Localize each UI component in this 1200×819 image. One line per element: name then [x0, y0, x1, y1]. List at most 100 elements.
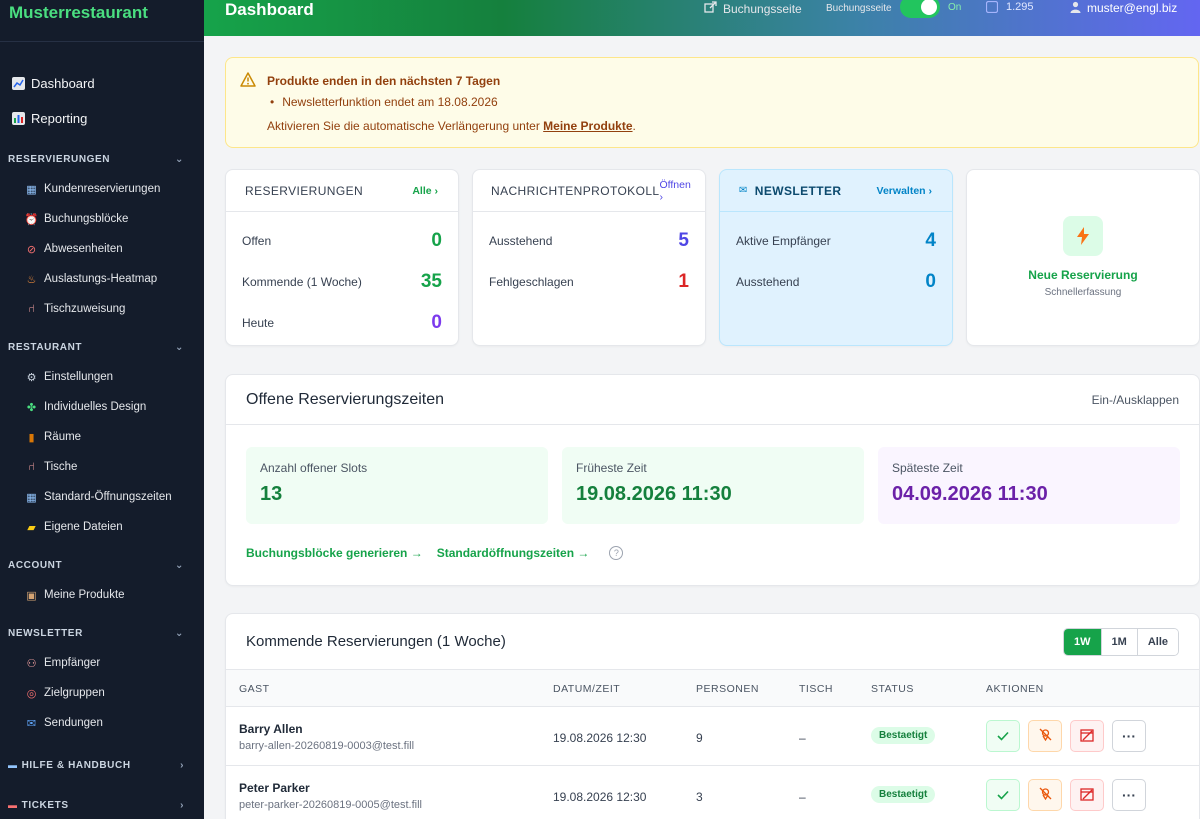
- package-icon: ▣: [26, 589, 37, 602]
- column-header: DATUM/ZEIT: [553, 683, 621, 695]
- chevron-down-icon: ⌄: [175, 627, 184, 639]
- top-header: Dashboard Buchungsseite Buchungsseite On…: [204, 0, 1200, 36]
- earliest-time: Früheste Zeit 19.08.2026 11:30: [562, 447, 864, 524]
- sidebar-item-kundenreservierungen[interactable]: ▦ Kundenreservierungen: [0, 174, 204, 204]
- column-header: TISCH: [799, 683, 833, 695]
- sidebar-item-standard-oeffnungszeiten[interactable]: ▦ Standard-Öffnungszeiten: [0, 482, 204, 512]
- booking-page-link[interactable]: Buchungsseite: [704, 1, 802, 17]
- sidebar-item-empfaenger[interactable]: ⚇ Empfänger: [0, 648, 204, 678]
- stat-label: Ausstehend: [489, 233, 553, 248]
- cancel-button[interactable]: [1070, 779, 1104, 811]
- main-content: Produkte enden in den nächsten 7 Tagen N…: [204, 36, 1200, 819]
- fire-icon: ♨: [26, 273, 37, 286]
- stat-label: Aktive Empfänger: [736, 233, 831, 248]
- sidebar-item-tischzuweisung[interactable]: ⑁ Tischzuweisung: [0, 294, 204, 324]
- all-reservations-link[interactable]: Alle ›: [412, 185, 438, 197]
- open-slots-count: Anzahl offener Slots 13: [246, 447, 548, 524]
- no-show-button[interactable]: [1028, 720, 1062, 752]
- more-actions-button[interactable]: ···: [1112, 720, 1146, 752]
- section-hilfe[interactable]: ▬ HILFE & HANDBUCH ›: [0, 750, 204, 780]
- check-icon: [997, 728, 1009, 744]
- section-title: HILFE & HANDBUCH: [21, 759, 131, 771]
- table-row[interactable]: Barry Allen barry-allen-20260819-0003@te…: [226, 707, 1199, 766]
- booking-page-toggle[interactable]: [900, 0, 940, 18]
- sidebar-item-dashboard[interactable]: Dashboard: [0, 66, 204, 101]
- sidebar-item-label: Auslastungs-Heatmap: [44, 273, 158, 285]
- sidebar-item-reporting[interactable]: Reporting: [0, 101, 204, 136]
- sidebar-item-abwesenheiten[interactable]: ⊘ Abwesenheiten: [0, 234, 204, 264]
- table-icon: ⑁: [28, 461, 35, 473]
- opening-hours-link[interactable]: Standardöffnungszeiten →: [437, 546, 590, 560]
- ticket-icon: ▬: [8, 800, 18, 810]
- section-reservierungen[interactable]: RESERVIERUNGEN ⌄: [0, 144, 204, 174]
- slot-links: Buchungsblöcke generieren → Standardöffn…: [246, 546, 624, 560]
- slot-label: Späteste Zeit: [892, 461, 963, 475]
- chevron-right-icon: ›: [659, 190, 663, 203]
- section-account[interactable]: ACCOUNT ⌄: [0, 550, 204, 580]
- book-icon: ▬: [8, 760, 18, 770]
- sidebar-item-raeume[interactable]: ▮ Räume: [0, 422, 204, 452]
- sidebar-item-label: Reporting: [31, 111, 88, 126]
- stat-label: Fehlgeschlagen: [489, 274, 574, 289]
- alert-text: Aktivieren Sie die automatische Verlänge…: [267, 119, 636, 133]
- sidebar-item-buchungsbloecke[interactable]: ⏰ Buchungsblöcke: [0, 204, 204, 234]
- mailbox-icon: ✉: [26, 717, 37, 730]
- help-icon[interactable]: ?: [609, 546, 624, 560]
- more-actions-button[interactable]: ···: [1112, 779, 1146, 811]
- column-header: STATUS: [871, 683, 914, 695]
- sidebar-item-label: Standard-Öffnungszeiten: [44, 491, 172, 503]
- column-header: GAST: [239, 683, 270, 695]
- card-title: NACHRICHTENPROTOKOLL: [491, 183, 660, 198]
- generate-blocks-link[interactable]: Buchungsblöcke generieren →: [246, 546, 423, 560]
- toggle-knob: [921, 0, 937, 15]
- reservation-table: –: [799, 790, 806, 804]
- sidebar-item-sendungen[interactable]: ✉ Sendungen: [0, 708, 204, 738]
- no-show-button[interactable]: [1028, 779, 1062, 811]
- reservation-table: –: [799, 731, 806, 745]
- stat-value: 0: [431, 229, 442, 251]
- sidebar-item-label: Meine Produkte: [44, 589, 125, 601]
- sidebar-item-zielgruppen[interactable]: ◎ Zielgruppen: [0, 678, 204, 708]
- guest-name: Peter Parker: [239, 781, 310, 795]
- user-menu[interactable]: muster@engl.biz: [1070, 1, 1177, 16]
- quick-subtitle: Schnellerfassung: [1044, 287, 1122, 298]
- stat-row-aktive-empfaenger: Aktive Empfänger 4: [720, 220, 952, 261]
- section-tickets[interactable]: ▬ TICKETS ›: [0, 790, 204, 819]
- sidebar: Musterrestaurant Dashboard Reporting RES…: [0, 0, 204, 819]
- more-icon: ···: [1122, 787, 1136, 803]
- sidebar-item-einstellungen[interactable]: ⚙ Einstellungen: [0, 362, 204, 392]
- sidebar-item-meine-produkte[interactable]: ▣ Meine Produkte: [0, 580, 204, 610]
- sidebar-item-label: Tischzuweisung: [44, 303, 126, 315]
- stat-row-heute: Heute 0: [226, 302, 458, 343]
- collapse-toggle[interactable]: Ein-/Ausklappen: [1092, 393, 1179, 407]
- sidebar-item-auslastungs-heatmap[interactable]: ♨ Auslastungs-Heatmap: [0, 264, 204, 294]
- stat-value: 5: [678, 229, 689, 251]
- credit-counter[interactable]: 1.295: [985, 0, 1034, 16]
- manage-newsletter-link[interactable]: Verwalten ›: [877, 185, 932, 197]
- sidebar-item-eigene-dateien[interactable]: ▰ Eigene Dateien: [0, 512, 204, 542]
- filter-alle[interactable]: Alle: [1136, 628, 1178, 655]
- table-header: GAST DATUM/ZEIT PERSONEN TISCH STATUS AK…: [226, 670, 1199, 707]
- meine-produkte-link[interactable]: Meine Produkte: [543, 119, 632, 133]
- confirm-button[interactable]: [986, 779, 1020, 811]
- confirm-button[interactable]: [986, 720, 1020, 752]
- new-reservation-card[interactable]: Neue Reservierung Schnellerfassung: [966, 169, 1200, 346]
- sidebar-item-tische[interactable]: ⑁ Tische: [0, 452, 204, 482]
- filter-1w[interactable]: 1W: [1064, 628, 1101, 655]
- table-row[interactable]: Peter Parker peter-parker-20260819-0005@…: [226, 766, 1199, 819]
- section-newsletter[interactable]: NEWSLETTER ⌄: [0, 618, 204, 648]
- section-title: TICKETS: [21, 799, 69, 811]
- section-title: RESTAURANT: [8, 341, 83, 353]
- stat-row-fehlgeschlagen: Fehlgeschlagen 1: [473, 261, 705, 302]
- sidebar-item-individuelles-design[interactable]: ✤ Individuelles Design: [0, 392, 204, 422]
- open-message-log-link[interactable]: Öffnen ›: [659, 179, 693, 203]
- filter-1m[interactable]: 1M: [1100, 628, 1137, 655]
- section-restaurant[interactable]: RESTAURANT ⌄: [0, 332, 204, 362]
- stat-value: 35: [420, 270, 442, 292]
- reservations-stat-card: RESERVIERUNGEN Alle › Offen 0 Kommende (1…: [225, 169, 459, 346]
- column-header: PERSONEN: [696, 683, 759, 695]
- puzzle-icon: ✤: [26, 401, 37, 414]
- newsletter-stat-card: ✉ NEWSLETTER Verwalten › Aktive Empfänge…: [719, 169, 953, 346]
- expiry-alert: Produkte enden in den nächsten 7 Tagen N…: [225, 57, 1199, 148]
- cancel-button[interactable]: [1070, 720, 1104, 752]
